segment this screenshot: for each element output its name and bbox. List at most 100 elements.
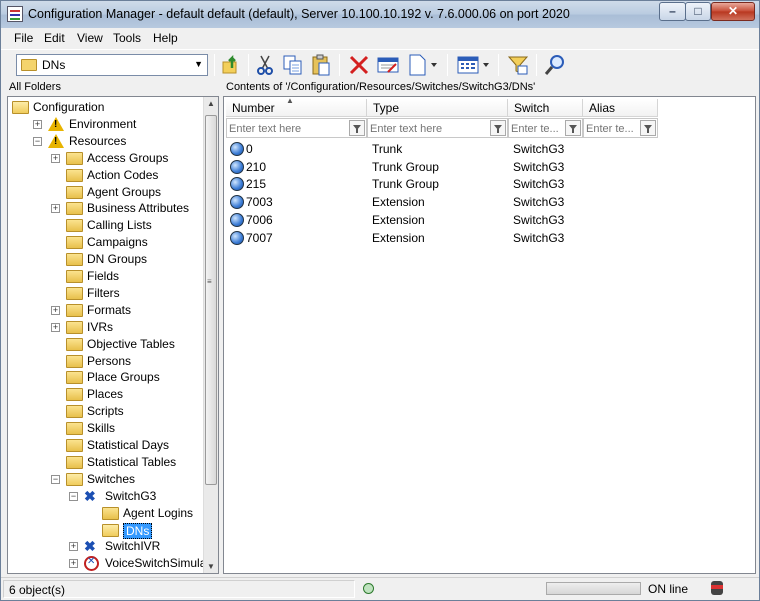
view-options-button[interactable] xyxy=(456,53,492,77)
column-header-number[interactable]: Number ▲ xyxy=(226,96,367,117)
tree-item-formats[interactable]: + Formats xyxy=(8,302,203,319)
scroll-down-arrow-icon[interactable]: ▼ xyxy=(207,562,215,571)
column-header-switch[interactable]: Switch xyxy=(508,99,583,117)
tree-item-action-codes[interactable]: Action Codes xyxy=(8,167,203,184)
tree-item-fields[interactable]: Fields xyxy=(8,268,203,285)
collapse-icon[interactable]: − xyxy=(51,474,60,484)
title-bar[interactable]: Configuration Manager - default default … xyxy=(1,1,759,28)
tree-item-places[interactable]: Places xyxy=(8,386,203,403)
up-one-level-button[interactable] xyxy=(220,53,244,77)
chevron-down-icon: ▼ xyxy=(194,59,203,69)
collapse-icon[interactable]: − xyxy=(33,136,42,146)
tree-item-switches[interactable]: − Switches xyxy=(8,471,203,488)
menu-help[interactable]: Help xyxy=(153,31,178,45)
folder-icon xyxy=(66,439,83,452)
table-row[interactable]: 7006 Extension SwitchG3 xyxy=(228,211,748,229)
scroll-up-arrow-icon[interactable]: ▲ xyxy=(207,99,215,108)
tree-item-persons[interactable]: Persons xyxy=(8,353,203,370)
tree-item-configuration[interactable]: Configuration xyxy=(8,99,203,116)
tree-item-label: Persons xyxy=(87,353,132,368)
tree-item-agent-groups[interactable]: Agent Groups xyxy=(8,184,203,201)
properties-button[interactable] xyxy=(376,53,400,77)
tree-item-skills[interactable]: Skills xyxy=(8,420,203,437)
maximize-button[interactable]: □ xyxy=(685,2,711,21)
filter-switch-funnel-icon[interactable] xyxy=(565,120,581,136)
folder-icon xyxy=(66,286,83,300)
menu-file[interactable]: File xyxy=(14,31,33,45)
folder-open-icon xyxy=(21,59,37,71)
new-document-icon xyxy=(409,54,437,76)
collapse-icon[interactable]: − xyxy=(69,491,78,501)
tree-item-dn-groups[interactable]: DN Groups xyxy=(8,251,203,268)
folder-tree[interactable]: Configuration + Environment − Resources + Acce… xyxy=(7,96,219,574)
delete-button[interactable] xyxy=(347,53,371,77)
tree-item-switchg3[interactable]: − ✖ SwitchG3 xyxy=(8,488,203,505)
app-window: Configuration Manager - default default … xyxy=(0,0,760,601)
expand-icon[interactable]: + xyxy=(51,322,60,332)
table-row[interactable]: 7003 Extension SwitchG3 xyxy=(228,193,748,211)
expand-icon[interactable]: + xyxy=(51,153,60,163)
tree-item-calling-lists[interactable]: Calling Lists xyxy=(8,217,203,234)
expand-icon[interactable]: + xyxy=(51,305,60,315)
tree-item-statistical-days[interactable]: Statistical Days xyxy=(8,437,203,454)
tree-item-ivrs[interactable]: + IVRs xyxy=(8,319,203,336)
menu-tools[interactable]: Tools xyxy=(113,31,141,45)
folder-icon xyxy=(66,236,83,250)
paste-button[interactable] xyxy=(309,53,333,77)
cell-switch: SwitchG3 xyxy=(513,212,565,227)
table-row[interactable]: 210 Trunk Group SwitchG3 xyxy=(228,158,748,176)
tree-item-access-groups[interactable]: + Access Groups xyxy=(8,150,203,167)
tree-vertical-scrollbar[interactable]: ▲ ≡ ▼ xyxy=(203,97,218,573)
tree-item-label: Access Groups xyxy=(87,150,169,165)
tree-item-voiceswitchsimulation[interactable]: + VoiceSwitchSimulation xyxy=(8,555,218,572)
expand-icon[interactable]: + xyxy=(51,204,60,214)
close-button[interactable]: ✕ xyxy=(711,2,755,21)
dn-icon xyxy=(230,159,244,174)
cut-button[interactable] xyxy=(253,53,277,77)
tree-item-label: Configuration xyxy=(33,100,105,114)
tree-item-place-groups[interactable]: Place Groups xyxy=(8,369,203,386)
tree-item-campaigns[interactable]: Campaigns xyxy=(8,234,203,251)
tree-item-scripts[interactable]: Scripts xyxy=(8,403,203,420)
table-row[interactable]: 215 Trunk Group SwitchG3 xyxy=(228,175,748,193)
folder-icon xyxy=(66,219,83,233)
tree-item-objective-tables[interactable]: Objective Tables xyxy=(8,336,203,353)
table-row[interactable]: 7007 Extension SwitchG3 xyxy=(228,229,748,247)
expand-icon[interactable]: + xyxy=(69,559,78,569)
expand-icon[interactable]: + xyxy=(69,542,78,552)
tree-item-environment[interactable]: + Environment xyxy=(8,116,203,133)
database-icon xyxy=(711,581,723,595)
menu-edit[interactable]: Edit xyxy=(44,31,65,45)
tree-item-filters[interactable]: Filters xyxy=(8,285,203,302)
filter-alias-input[interactable] xyxy=(586,121,638,136)
find-button[interactable] xyxy=(543,53,567,77)
connection-status: ON line xyxy=(648,582,689,596)
filter-type-input[interactable] xyxy=(370,121,488,136)
column-header-type[interactable]: Type xyxy=(367,99,508,117)
scrollbar-thumb[interactable] xyxy=(205,115,217,485)
menu-view[interactable]: View xyxy=(77,31,103,45)
column-header-alias[interactable]: Alias xyxy=(583,99,658,117)
expand-icon[interactable]: + xyxy=(33,119,42,129)
tree-item-business-attributes[interactable]: + Business Attributes xyxy=(8,200,203,217)
filter-type xyxy=(367,118,508,138)
tree-item-switchivr[interactable]: + ✖ SwitchIVR xyxy=(8,538,203,555)
tree-item-label: Agent Logins xyxy=(123,505,194,520)
filter-number-funnel-icon[interactable] xyxy=(349,120,365,136)
filter-type-funnel-icon[interactable] xyxy=(490,120,506,136)
minimize-button[interactable]: – xyxy=(659,2,686,21)
progress-bar xyxy=(546,582,641,595)
new-object-button[interactable] xyxy=(405,53,441,77)
filter-button[interactable] xyxy=(506,53,530,77)
tree-item-agent-logins[interactable]: Agent Logins xyxy=(8,505,203,522)
filter-number-input[interactable] xyxy=(229,121,347,136)
filter-alias-funnel-icon[interactable] xyxy=(640,120,656,136)
tree-item-statistical-tables[interactable]: Statistical Tables xyxy=(8,454,203,471)
folder-combo[interactable]: DNs ▼ xyxy=(16,54,208,76)
table-row[interactable]: 0 Trunk SwitchG3 xyxy=(228,140,748,158)
filter-switch-input[interactable] xyxy=(511,121,563,136)
tree-item-dns[interactable]: DNs xyxy=(8,522,203,539)
copy-button[interactable] xyxy=(281,53,305,77)
tree-item-resources[interactable]: − Resources xyxy=(8,133,203,150)
folder-icon xyxy=(66,371,83,385)
